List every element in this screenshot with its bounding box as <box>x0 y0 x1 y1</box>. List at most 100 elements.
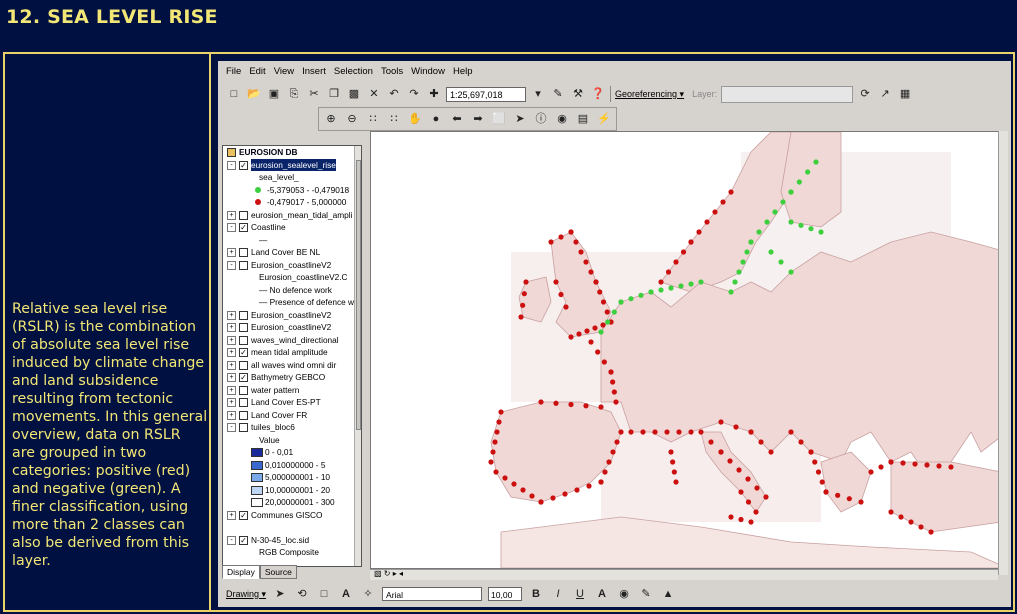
new-file-icon[interactable]: □ <box>226 86 242 102</box>
expand-icon[interactable]: + <box>227 360 236 370</box>
menu-insert[interactable]: Insert <box>302 66 326 77</box>
layer-name[interactable]: eurosion_sealevel_rise <box>251 158 336 171</box>
zoom-out-icon[interactable]: ⊖ <box>344 111 360 127</box>
fixed-zoom-out-icon[interactable]: ∷ <box>386 111 402 127</box>
rotate-element-icon[interactable]: ⟲ <box>294 586 310 602</box>
layer-visibility-checkbox[interactable]: ✓ <box>239 223 248 232</box>
map-horizontal-scrollbar[interactable]: ▧ ↻ ▸ ◂ <box>370 569 998 580</box>
expand-icon[interactable]: + <box>227 398 236 407</box>
toc-row[interactable]: + Land Cover ES-PT <box>223 396 361 409</box>
tab-source[interactable]: Source <box>259 565 297 579</box>
menu-file[interactable]: File <box>226 66 241 77</box>
menu-tools[interactable]: Tools <box>381 66 403 77</box>
view-switch-controls[interactable]: ▧ ↻ ▸ ◂ <box>374 569 403 578</box>
text-tool-icon[interactable]: A <box>338 586 354 602</box>
menu-selection[interactable]: Selection <box>334 66 373 77</box>
layer-visibility-checkbox[interactable] <box>239 410 248 420</box>
toc-row[interactable]: + ✓ Communes GISCO <box>223 509 361 522</box>
layer-visibility-checkbox[interactable]: ✓ <box>239 510 248 520</box>
whats-this-icon[interactable]: ❓ <box>590 86 606 102</box>
layer-name[interactable]: Coastline <box>251 221 286 234</box>
expand-icon[interactable]: + <box>227 348 236 357</box>
layer-name[interactable]: tuiles_bloc6 <box>251 421 295 434</box>
link-icon[interactable]: ↗ <box>877 86 893 102</box>
find-binoculars-icon[interactable]: ◉ <box>554 111 570 127</box>
print-icon[interactable]: ⎘ <box>286 86 302 102</box>
toc-row[interactable]: - ✓ eurosion_sealevel_rise <box>223 158 361 171</box>
bold-icon[interactable]: B <box>528 586 544 602</box>
toc-row[interactable]: + waves_wind_directional <box>223 334 361 347</box>
redo-icon[interactable]: ↷ <box>406 86 422 102</box>
toc-row[interactable]: - ✓ Coastline <box>223 221 361 234</box>
layer-name[interactable]: Land Cover FR <box>251 409 307 422</box>
layer-name[interactable]: Land Cover BE NL <box>251 246 320 259</box>
layer-visibility-checkbox[interactable]: ✓ <box>239 373 248 382</box>
delete-icon[interactable]: ✕ <box>366 86 382 102</box>
layer-visibility-checkbox[interactable] <box>239 323 248 332</box>
full-extent-globe-icon[interactable]: ● <box>428 111 444 127</box>
toc-row[interactable]: + eurosion_mean_tidal_ampli <box>223 209 361 222</box>
rotate-icon[interactable]: ⟳ <box>857 86 873 102</box>
marker-color-icon[interactable]: ▲ <box>660 586 676 602</box>
expand-icon[interactable]: + <box>227 385 236 395</box>
underline-icon[interactable]: U <box>572 586 588 602</box>
edit-vertices-icon[interactable]: ✧ <box>360 586 376 602</box>
collapse-icon[interactable]: - <box>227 423 236 432</box>
map-vertical-scrollbar[interactable] <box>998 131 1008 575</box>
layer-name[interactable]: Communes GISCO <box>251 509 322 522</box>
table-icon[interactable]: ▦ <box>897 86 913 102</box>
toc-row[interactable]: + Eurosion_coastlineV2 <box>223 309 361 322</box>
back-arrow-icon[interactable]: ⬅ <box>449 111 465 127</box>
toc-row[interactable]: + Land Cover BE NL <box>223 246 361 259</box>
layer-name[interactable]: Eurosion_coastlineV2 <box>251 309 331 322</box>
arctoolbox-icon[interactable]: ⚒ <box>570 86 586 102</box>
tab-display[interactable]: Display <box>222 565 260 579</box>
fixed-zoom-in-icon[interactable]: ∷ <box>365 111 381 127</box>
font-size-select[interactable]: 10,00 <box>488 587 523 601</box>
collapse-icon[interactable]: - <box>227 260 236 270</box>
toc-row[interactable]: + Land Cover FR <box>223 409 361 422</box>
hyperlink-icon[interactable]: ⚡ <box>596 111 612 127</box>
layer-name[interactable]: water pattern <box>251 384 299 397</box>
menu-window[interactable]: Window <box>411 66 445 77</box>
toc-row[interactable]: + ✓ mean tidal amplitude <box>223 346 361 359</box>
expand-icon[interactable]: + <box>227 510 236 520</box>
layer-select[interactable] <box>721 85 854 103</box>
toc-row[interactable]: + all waves wind omni dir <box>223 359 361 372</box>
map-view[interactable] <box>370 131 1008 569</box>
menu-view[interactable]: View <box>274 66 294 77</box>
layer-name[interactable]: N-30-45_loc.sid <box>251 534 309 547</box>
select-features-icon[interactable]: ⬜ <box>491 111 507 127</box>
georeferencing-menu[interactable]: Georeferencing ▾ <box>610 86 688 102</box>
layer-visibility-checkbox[interactable]: ✓ <box>239 348 248 357</box>
layer-name[interactable]: Land Cover ES-PT <box>251 396 321 409</box>
zoom-in-icon[interactable]: ⊕ <box>323 111 339 127</box>
toc-row[interactable]: + Eurosion_coastlineV2 <box>223 321 361 334</box>
layer-name[interactable]: eurosion_mean_tidal_ampli <box>251 209 352 222</box>
layer-visibility-checkbox[interactable]: ✓ <box>239 535 248 545</box>
expand-icon[interactable]: + <box>227 210 236 220</box>
add-data-icon[interactable]: ✚ <box>426 86 442 102</box>
expand-icon[interactable]: + <box>227 323 236 332</box>
toc-row[interactable]: + ✓ Bathymetry GEBCO <box>223 371 361 384</box>
toc-row[interactable]: - Eurosion_coastlineV2 <box>223 259 361 272</box>
expand-icon[interactable]: + <box>227 410 236 420</box>
select-elements-icon[interactable]: ➤ <box>512 111 528 127</box>
cut-icon[interactable]: ✂ <box>306 86 322 102</box>
font-name-select[interactable]: Arial <box>382 587 483 601</box>
toc-row[interactable]: + water pattern <box>223 384 361 397</box>
line-color-icon[interactable]: ✎ <box>638 586 654 602</box>
copy-icon[interactable]: ❐ <box>326 86 342 102</box>
layer-name[interactable]: all waves wind omni dir <box>251 359 336 372</box>
collapse-icon[interactable]: - <box>227 223 236 232</box>
toc-row[interactable]: - tuiles_bloc6 <box>223 421 361 434</box>
open-folder-icon[interactable]: 📂 <box>246 86 262 102</box>
menu-help[interactable]: Help <box>453 66 473 77</box>
collapse-icon[interactable]: - <box>227 160 236 170</box>
measure-icon[interactable]: ▤ <box>575 111 591 127</box>
identify-icon[interactable]: ⓘ <box>533 111 549 127</box>
layer-name[interactable]: Eurosion_coastlineV2 <box>251 259 331 272</box>
font-color-icon[interactable]: A <box>594 586 610 602</box>
layer-name[interactable]: Bathymetry GEBCO <box>251 371 325 384</box>
layer-visibility-checkbox[interactable] <box>239 398 248 407</box>
